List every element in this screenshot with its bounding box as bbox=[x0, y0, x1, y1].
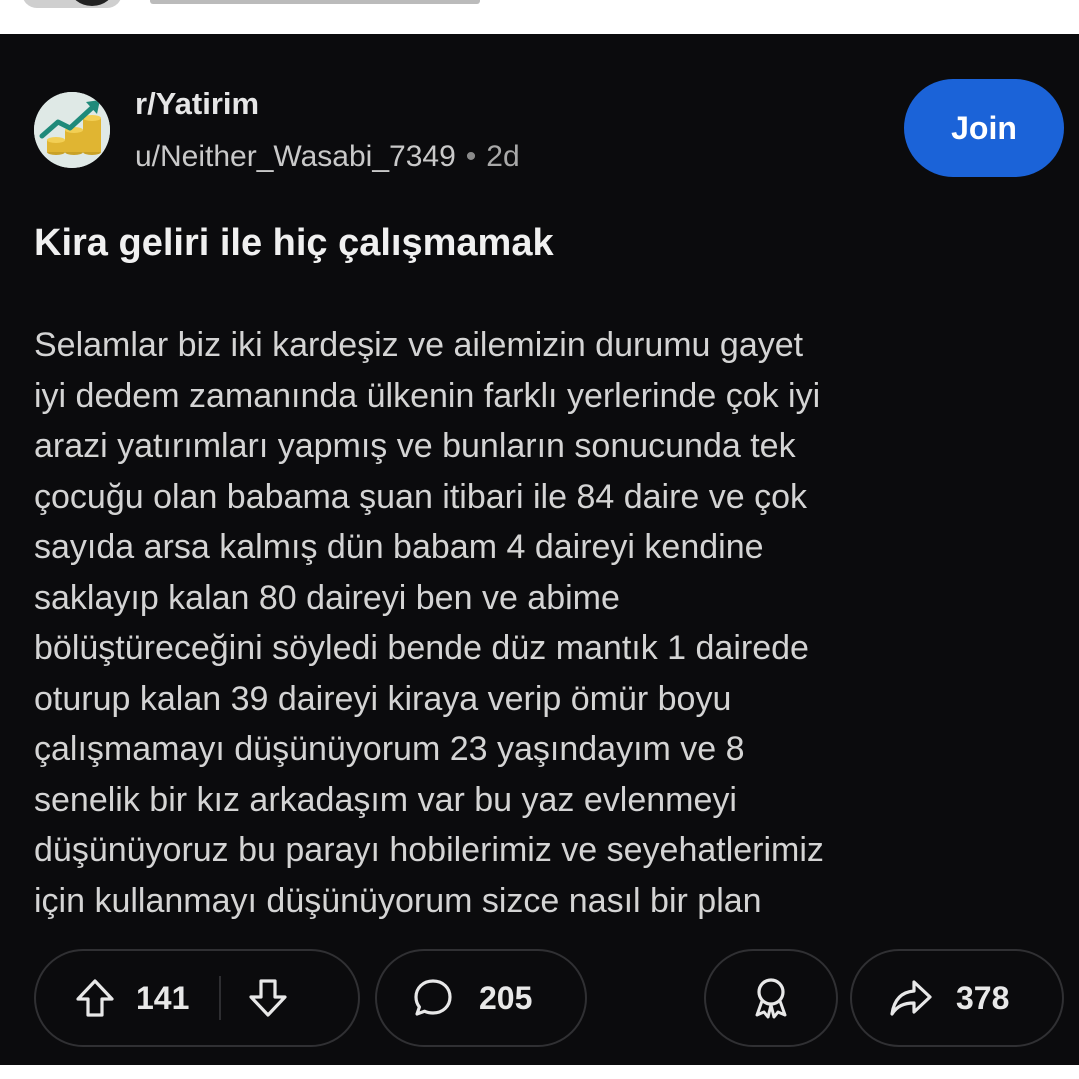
body-line: iyi dedem zamanında ülkenin farklı yerle… bbox=[34, 376, 821, 415]
vote-bar: 141 bbox=[34, 949, 360, 1047]
comments-button[interactable]: 205 bbox=[375, 949, 587, 1047]
vote-divider bbox=[219, 976, 222, 1020]
upvote-count: 141 bbox=[136, 979, 190, 1016]
body-line: senelik bir kız arkadaşım var bu yaz evl… bbox=[34, 780, 737, 819]
body-line: arazi yatırımları yapmış ve bunların son… bbox=[34, 427, 796, 465]
post-age: 2d bbox=[486, 140, 520, 173]
join-button[interactable]: Join bbox=[904, 79, 1064, 177]
downvote-icon[interactable] bbox=[247, 977, 289, 1019]
body-line: sayıda arsa kalmış dün babam 4 daireyi k… bbox=[34, 528, 764, 566]
chart-coins-icon bbox=[34, 92, 110, 168]
previous-post-strip bbox=[0, 0, 1079, 34]
body-line: bölüştüreceğini söyledi bende düz mantık… bbox=[34, 629, 809, 667]
body-line: saklayıp kalan 80 daireyi ben ve abime bbox=[34, 578, 620, 617]
author-name[interactable]: u/Neither_Wasabi_7349 bbox=[135, 140, 456, 173]
body-line: çalışmamayı düşünüyorum 23 yaşındayım ve… bbox=[34, 730, 745, 768]
body-line: çocuğu olan babama şuan itibari ile 84 d… bbox=[34, 477, 808, 516]
body-line: Selamlar biz iki kardeşiz ve ailemizin d… bbox=[34, 326, 804, 364]
share-button[interactable]: 378 bbox=[850, 949, 1064, 1047]
post-body: Selamlar biz iki kardeşiz ve ailemizin d… bbox=[34, 320, 1064, 926]
award-icon bbox=[749, 975, 793, 1021]
comment-icon bbox=[411, 976, 455, 1020]
subreddit-avatar[interactable] bbox=[34, 92, 110, 168]
post-card[interactable]: r/Yatirim u/Neither_Wasabi_7349 • 2d Join … bbox=[0, 34, 1079, 1065]
post-meta: u/Neither_Wasabi_7349 • 2d bbox=[135, 140, 520, 174]
upvote-icon[interactable] bbox=[74, 977, 116, 1019]
cropped-element bbox=[22, 0, 122, 8]
body-line: oturup kalan 39 daireyi kiraya verip ömü… bbox=[34, 679, 732, 718]
share-icon bbox=[888, 978, 934, 1018]
body-line: için kullanmayı düşünüyorum sizce nasıl … bbox=[34, 881, 762, 920]
post-title: Kira geliri ile hiç çalışmamak bbox=[34, 222, 554, 264]
subreddit-name[interactable]: r/Yatirim bbox=[135, 86, 259, 122]
share-count: 378 bbox=[956, 979, 1010, 1016]
body-line: düşünüyoruz bu parayı hobilerimiz ve sey… bbox=[34, 831, 824, 869]
meta-separator: • bbox=[465, 140, 477, 173]
comment-count: 205 bbox=[479, 979, 533, 1016]
award-button[interactable] bbox=[704, 949, 838, 1047]
cropped-text-line bbox=[150, 0, 480, 4]
